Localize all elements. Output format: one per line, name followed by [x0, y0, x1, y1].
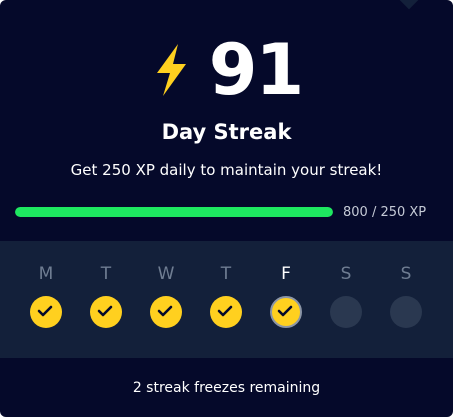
- streak-subtitle: Get 250 XP daily to maintain your streak…: [70, 161, 383, 179]
- checkmark-icon: [97, 305, 113, 317]
- checkmark-icon: [157, 305, 173, 317]
- streak-card: 91 Day Streak Get 250 XP daily to mainta…: [0, 0, 453, 417]
- day-letter: T: [100, 264, 112, 284]
- day-pending-indicator: [390, 296, 422, 328]
- week-calendar: MTWTFSS: [0, 241, 453, 358]
- day-2: W: [148, 261, 184, 331]
- day-completed-indicator: [210, 296, 242, 328]
- day-3: T: [208, 261, 244, 331]
- day-0: M: [28, 261, 64, 331]
- day-letter: S: [400, 264, 412, 284]
- xp-progress-fill: [15, 207, 333, 217]
- day-completed-indicator: [150, 296, 182, 328]
- streak-title: Day Streak: [161, 120, 292, 144]
- day-completed-indicator: [270, 296, 302, 328]
- streak-freezes-text: 2 streak freezes remaining: [132, 380, 321, 396]
- popover-arrow: [397, 0, 421, 10]
- checkmark-icon: [217, 305, 233, 317]
- day-5: S: [328, 261, 364, 331]
- day-1: T: [88, 261, 124, 331]
- day-4: F: [268, 261, 304, 331]
- day-letter: S: [340, 264, 352, 284]
- day-pending-indicator: [330, 296, 362, 328]
- xp-progress-label: 800 / 250 XP: [343, 204, 427, 220]
- day-completed-indicator: [90, 296, 122, 328]
- xp-progress-track: [15, 207, 333, 217]
- checkmark-icon: [37, 305, 53, 317]
- day-letter: W: [157, 264, 175, 284]
- day-letter: T: [220, 264, 232, 284]
- lightning-bolt-icon: [156, 44, 186, 96]
- xp-progress: 800 / 250 XP: [15, 202, 437, 222]
- day-letter: F: [281, 264, 291, 284]
- streak-hero: 91: [0, 30, 453, 110]
- streak-count: 91: [208, 29, 304, 111]
- day-completed-indicator: [30, 296, 62, 328]
- day-6: S: [388, 261, 424, 331]
- checkmark-icon: [277, 305, 293, 317]
- day-letter: M: [38, 264, 54, 284]
